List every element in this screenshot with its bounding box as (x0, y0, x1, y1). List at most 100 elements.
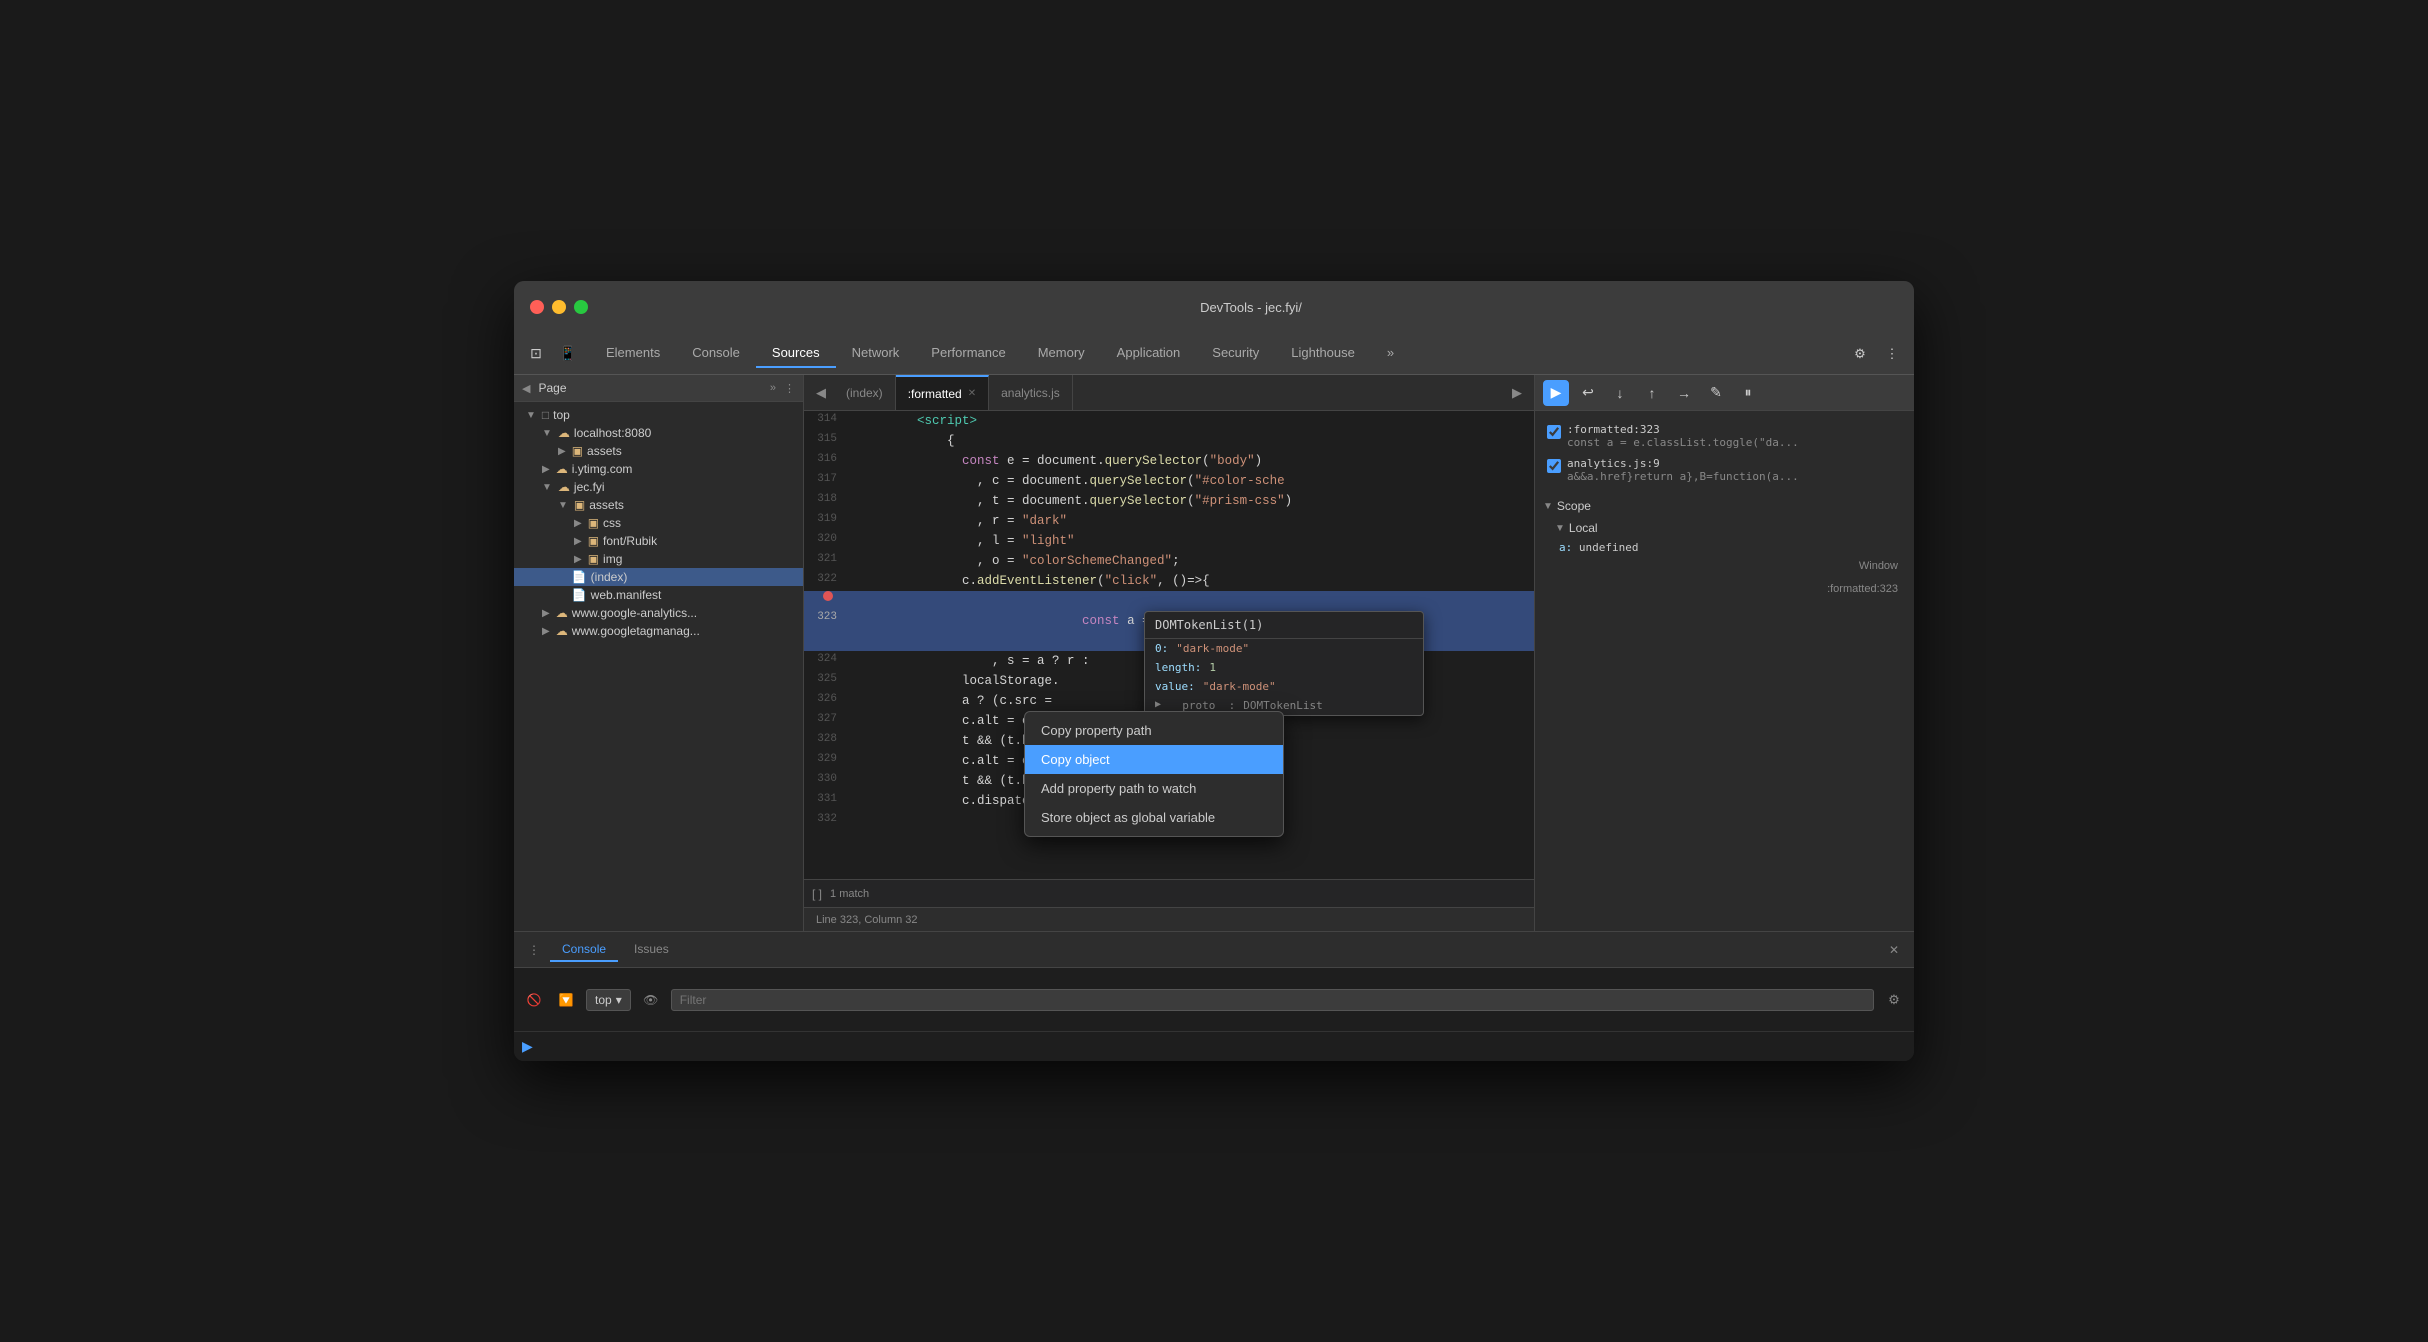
tab-close-formatted[interactable]: ✕ (968, 388, 976, 399)
scope-section: ▼ Scope ▼ Local a: undefined (1543, 495, 1906, 556)
status-text: Line 323, Column 32 (816, 914, 918, 926)
close-console-btn[interactable]: ✕ (1882, 938, 1906, 962)
resume-btn[interactable]: ▶ (1543, 380, 1569, 406)
step-into-btn[interactable]: ↓ (1607, 380, 1633, 406)
top-label: top (553, 408, 570, 422)
manifest-label: web.manifest (591, 588, 662, 602)
filter-icon[interactable]: 🔽 (554, 988, 578, 1012)
device-icon[interactable]: 📱 (554, 340, 582, 368)
tab-performance[interactable]: Performance (915, 339, 1021, 368)
code-content[interactable]: 314 <script> 315 { 316 const e = documen… (804, 411, 1534, 879)
assets1-label: assets (587, 444, 622, 458)
breakpoints-section: :formatted:323 const a = e.classList.tog… (1543, 419, 1906, 487)
tree-item-localhost[interactable]: ▼ ☁ localhost:8080 (514, 424, 803, 442)
tab-console[interactable]: Console (676, 339, 756, 368)
code-panel: ◀ (index) :formatted ✕ analytics.js ▶ (804, 375, 1534, 931)
tree-item-manifest[interactable]: ▶ 📄 web.manifest (514, 586, 803, 604)
tree-item-top[interactable]: ▼ □ top (514, 406, 803, 424)
step-over-btn[interactable]: ↩ (1575, 380, 1601, 406)
tab-sources[interactable]: Sources (756, 339, 836, 368)
console-context-selector[interactable]: top ▾ (586, 989, 631, 1011)
code-line-319[interactable]: 319 , r = "dark" (804, 511, 1534, 531)
code-line-318[interactable]: 318 , t = document.querySelector("#prism… (804, 491, 1534, 511)
nav-left-icon[interactable]: ◀ (522, 382, 530, 395)
tree-item-ytimg[interactable]: ▶ ☁ i.ytimg.com (514, 460, 803, 478)
context-item-copy-object[interactable]: Copy object (1025, 745, 1283, 774)
tooltip-key-1: length: (1155, 661, 1201, 674)
local-scope-title[interactable]: ▼ Local (1543, 517, 1906, 539)
expand-icon: ▶ (542, 464, 550, 475)
inspect-icon[interactable]: ⊡ (522, 340, 550, 368)
code-line-317[interactable]: 317 , c = document.querySelector("#color… (804, 471, 1534, 491)
folder-icon: ▣ (588, 516, 599, 530)
tab-memory[interactable]: Memory (1022, 339, 1101, 368)
tooltip-item-0: 0: "dark-mode" (1145, 639, 1423, 658)
console-filter-input[interactable] (671, 989, 1874, 1011)
more-icon[interactable]: ⋮ (1878, 340, 1906, 368)
bottom-tab-console[interactable]: Console (550, 938, 618, 962)
file-icon: 📄 (572, 588, 587, 602)
panel-more-icon[interactable]: ⋮ (784, 382, 795, 395)
context-item-store-global[interactable]: Store object as global variable (1025, 803, 1283, 832)
tree-item-assets1[interactable]: ▶ ▣ assets (514, 442, 803, 460)
tree-item-index[interactable]: ▶ 📄 (index) (514, 568, 803, 586)
code-line-315[interactable]: 315 { (804, 431, 1534, 451)
context-item-copy-path[interactable]: Copy property path (1025, 716, 1283, 745)
tab-elements[interactable]: Elements (590, 339, 676, 368)
tab-nav-right[interactable]: ▶ (1504, 385, 1530, 401)
tree-item-jecfyi[interactable]: ▼ ☁ jec.fyi (514, 478, 803, 496)
tab-nav-left[interactable]: ◀ (808, 385, 834, 401)
minimize-button[interactable] (552, 300, 566, 314)
deactivate-btn[interactable]: ✎ (1703, 380, 1729, 406)
search-icon: [ ] (812, 887, 822, 901)
tab-more[interactable]: » (1371, 339, 1410, 368)
close-button[interactable] (530, 300, 544, 314)
img-label: img (603, 552, 622, 566)
bottom-tab-issues[interactable]: Issues (622, 938, 681, 962)
settings-icon[interactable]: ⚙ (1846, 340, 1874, 368)
expand-icon: ▼ (558, 500, 568, 511)
nav-right-icon[interactable]: » (770, 382, 776, 394)
domain-icon: ☁ (556, 606, 568, 620)
tree-item-fontrubik[interactable]: ▶ ▣ font/Rubik (514, 532, 803, 550)
tab-security[interactable]: Security (1196, 339, 1275, 368)
step-out-btn[interactable]: ↑ (1639, 380, 1665, 406)
context-item-add-watch[interactable]: Add property path to watch (1025, 774, 1283, 803)
tooltip-header: DOMTokenList(1) (1145, 612, 1423, 639)
file-tree-panel: ◀ Page » ⋮ ▼ □ top ▼ ☁ localhost:80 (514, 375, 804, 931)
tab-application[interactable]: Application (1101, 339, 1197, 368)
code-line-314[interactable]: 314 <script> (804, 411, 1534, 431)
maximize-button[interactable] (574, 300, 588, 314)
code-line-320[interactable]: 320 , l = "light" (804, 531, 1534, 551)
bp-code-1: const a = e.classList.toggle("da... (1567, 436, 1799, 449)
tree-item-css[interactable]: ▶ ▣ css (514, 514, 803, 532)
clear-console-btn[interactable]: 🚫 (522, 988, 546, 1012)
code-tab-index[interactable]: (index) (834, 375, 896, 410)
bp-checkbox-2[interactable] (1547, 459, 1561, 473)
bp-checkbox-1[interactable] (1547, 425, 1561, 439)
code-line-321[interactable]: 321 , o = "colorSchemeChanged"; (804, 551, 1534, 571)
folder-icon: ▣ (588, 552, 599, 566)
tab-lighthouse[interactable]: Lighthouse (1275, 339, 1371, 368)
tree-item-assets2[interactable]: ▼ ▣ assets (514, 496, 803, 514)
code-tab-formatted[interactable]: :formatted ✕ (896, 375, 989, 410)
console-settings-btn[interactable]: ⚙ (1882, 988, 1906, 1012)
code-tab-analytics[interactable]: analytics.js (989, 375, 1073, 410)
main-toolbar: ⊡ 📱 Elements Console Sources Network Per… (514, 333, 1914, 375)
expand-icon: ▶ (574, 554, 582, 565)
panel-label: Page (538, 381, 761, 395)
pause-btn[interactable]: ⏸ (1735, 380, 1761, 406)
debugger-toolbar: ▶ ↩ ↓ ↑ → ✎ ⏸ (1535, 375, 1914, 411)
bottom-panel: ⋮ Console Issues ✕ 🚫 🔽 top ▾ 👁 ⚙ ▶ (514, 931, 1914, 1061)
console-menu-icon[interactable]: ⋮ (522, 938, 546, 962)
code-line-316[interactable]: 316 const e = document.querySelector("bo… (804, 451, 1534, 471)
scope-title[interactable]: ▼ Scope (1543, 495, 1906, 517)
tree-item-googleanalytics[interactable]: ▶ ☁ www.google-analytics... (514, 604, 803, 622)
eye-icon[interactable]: 👁 (639, 988, 663, 1012)
step-btn[interactable]: → (1671, 380, 1697, 406)
tree-item-googletagmanager[interactable]: ▶ ☁ www.googletagmanag... (514, 622, 803, 640)
code-line-322[interactable]: 322 c.addEventListener("click", ()=>{ (804, 571, 1534, 591)
tooltip-val-2: "dark-mode" (1203, 680, 1276, 693)
tree-item-img[interactable]: ▶ ▣ img (514, 550, 803, 568)
tab-network[interactable]: Network (836, 339, 916, 368)
